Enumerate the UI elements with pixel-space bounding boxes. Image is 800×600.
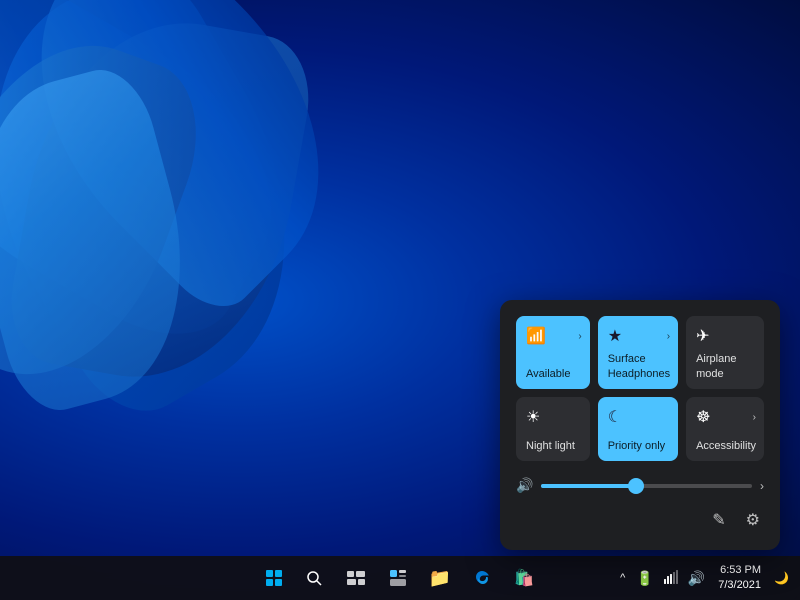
- airplane-label: Airplane mode: [696, 352, 756, 381]
- volume-thumb[interactable]: [628, 478, 644, 494]
- clock-time: 6:53 PM: [718, 563, 761, 578]
- taskview-icon: [347, 571, 365, 585]
- bluetooth-tile[interactable]: ★ › Surface Headphones: [598, 316, 678, 389]
- taskbar: 📁 🛍️ ^ 🔋: [0, 556, 800, 600]
- wifi-chevron[interactable]: ›: [578, 331, 581, 342]
- volume-fill: [541, 484, 636, 488]
- taskbar-center: 📁 🛍️: [256, 558, 544, 598]
- quick-settings-bottom: ✎ ⚙: [516, 502, 764, 534]
- accessibility-tile[interactable]: ☸ › Accessibility: [686, 397, 764, 461]
- nightlight-icon: ☀: [526, 407, 540, 427]
- volume-tray-icon[interactable]: 🔊: [685, 568, 708, 589]
- nightlight-tile[interactable]: ☀ Night light: [516, 397, 590, 461]
- battery-icon: 🔋: [633, 568, 656, 589]
- system-clock[interactable]: 6:53 PM 7/3/2021: [712, 561, 767, 596]
- widgets-icon: [389, 569, 407, 587]
- system-tray: ^ 🔋 🔊 6:53 PM 7/3/2021 🌙: [616, 556, 792, 600]
- notification-area-chevron[interactable]: ^: [616, 570, 629, 586]
- wallpaper-bloom: [0, 0, 520, 590]
- edge-icon: [473, 569, 491, 587]
- taskview-button[interactable]: [336, 558, 376, 598]
- search-icon: [306, 570, 322, 586]
- wifi-label: Available: [526, 367, 582, 381]
- start-button[interactable]: [256, 560, 292, 596]
- network-icon[interactable]: [661, 568, 681, 589]
- edge-button[interactable]: [462, 558, 502, 598]
- quick-settings-panel: 📶 › Available ★ › Surface Headphones ✈ A…: [500, 300, 780, 550]
- bluetooth-icon: ★: [608, 326, 622, 346]
- search-button[interactable]: [294, 558, 334, 598]
- store-button[interactable]: 🛍️: [504, 558, 544, 598]
- volume-expand-chevron[interactable]: ›: [760, 479, 764, 493]
- focusassist-label: Priority only: [608, 439, 670, 453]
- bluetooth-chevron[interactable]: ›: [667, 331, 670, 342]
- bluetooth-label: Surface Headphones: [608, 352, 670, 381]
- edit-icon[interactable]: ✎: [708, 506, 729, 534]
- settings-icon[interactable]: ⚙: [742, 506, 764, 534]
- quick-settings-grid: 📶 › Available ★ › Surface Headphones ✈ A…: [516, 316, 764, 461]
- volume-row: 🔊 ›: [516, 473, 764, 502]
- accessibility-label: Accessibility: [696, 439, 756, 453]
- focusassist-tile[interactable]: ☾ Priority only: [598, 397, 678, 461]
- notification-button[interactable]: 🌙: [771, 569, 792, 587]
- wifi-icon: 📶: [526, 326, 546, 346]
- airplane-icon: ✈: [696, 326, 709, 346]
- desktop: 📶 › Available ★ › Surface Headphones ✈ A…: [0, 0, 800, 600]
- airplane-tile[interactable]: ✈ Airplane mode: [686, 316, 764, 389]
- network-signal-icon: [664, 570, 678, 584]
- accessibility-icon: ☸: [696, 407, 710, 427]
- clock-date: 7/3/2021: [718, 578, 761, 593]
- volume-icon: 🔊: [516, 477, 533, 494]
- nightlight-label: Night light: [526, 439, 582, 453]
- explorer-button[interactable]: 📁: [420, 558, 460, 598]
- volume-slider[interactable]: [541, 484, 752, 488]
- moon-icon: ☾: [608, 407, 622, 427]
- widgets-button[interactable]: [378, 558, 418, 598]
- windows-logo-icon: [266, 570, 282, 586]
- accessibility-chevron[interactable]: ›: [753, 412, 756, 423]
- wifi-tile[interactable]: 📶 › Available: [516, 316, 590, 389]
